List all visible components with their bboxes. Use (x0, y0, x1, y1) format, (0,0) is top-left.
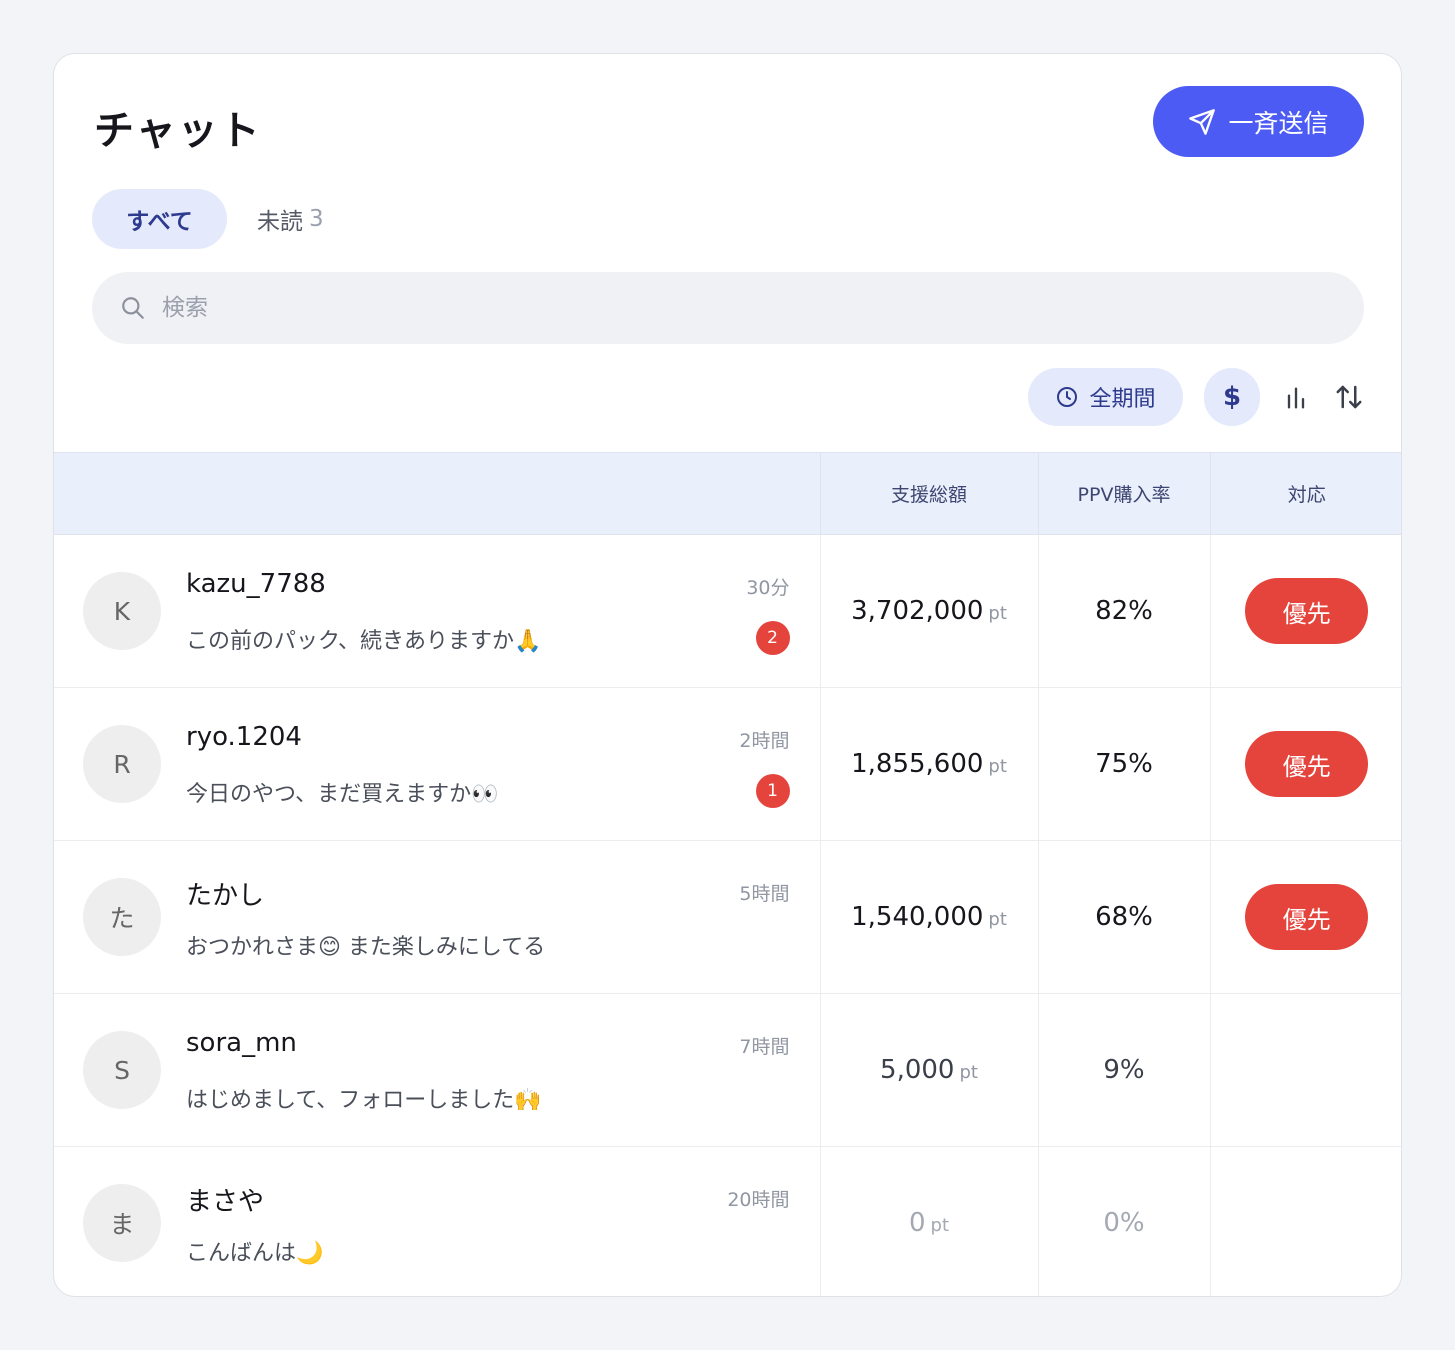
avatar: S (83, 1031, 161, 1109)
unread-badge: 2 (755, 621, 790, 655)
header-ppv-rate: PPV購入率 (1037, 452, 1210, 535)
message-preview: 今日のやつ、まだ買えますか👀 (186, 782, 499, 807)
sort-icon[interactable] (1334, 382, 1364, 412)
message-preview: こんばんは🌙 (186, 1241, 324, 1267)
priority-button[interactable]: 優先 (1245, 578, 1369, 644)
response-cell-empty (1209, 993, 1401, 1147)
clock-icon (1057, 387, 1078, 407)
table-row[interactable]: R ryo.1204 2時間 今日のやつ、まだ買えますか👀 1 1,855,60… (54, 687, 1401, 841)
search-icon (122, 297, 144, 319)
amount-value: 3,702,000 (851, 596, 984, 626)
ppv-rate: 82% (1095, 596, 1153, 626)
response-cell-empty (1209, 1146, 1401, 1296)
avatar: K (83, 572, 161, 650)
dollar-icon: $ (1222, 382, 1242, 412)
amount-value: 0 (908, 1208, 926, 1239)
unread-count: 3 (309, 206, 324, 232)
chat-cell[interactable]: R ryo.1204 2時間 今日のやつ、まだ買えますか👀 1 (54, 688, 820, 840)
ppv-rate: 9% (1103, 1055, 1145, 1085)
ppv-rate: 0% (1103, 1208, 1145, 1239)
tab-unread-label: 未読 (257, 209, 303, 235)
bar-chart-icon[interactable] (1282, 384, 1310, 412)
priority-button[interactable]: 優先 (1245, 731, 1369, 797)
broadcast-button[interactable]: 一斉送信 (1153, 86, 1364, 157)
send-icon (1189, 108, 1216, 135)
period-label: 全期間 (1089, 387, 1156, 412)
tab-all[interactable]: すべて (92, 189, 227, 249)
search-bar (92, 272, 1364, 344)
ppv-rate: 75% (1095, 749, 1153, 779)
chat-panel: チャット 一斉送信 すべて 未読 3 全期間 $ (53, 53, 1402, 1297)
tab-unread[interactable]: 未読 3 (257, 189, 324, 249)
table-row[interactable]: S sora_mn 7時間 はじめまして、フォローしました🙌 5,000 pt 9… (54, 993, 1401, 1147)
user-name: kazu_7788 (186, 569, 326, 599)
amount-unit: pt (959, 1062, 978, 1083)
amount-unit: pt (988, 909, 1007, 930)
user-name: sora_mn (186, 1028, 297, 1058)
table-header-row: 支援総額 PPV購入率 対応 (54, 452, 1401, 535)
avatar: R (83, 725, 161, 803)
table-row[interactable]: K kazu_7788 30分 この前のパック、続きありますか🙏 2 3,702… (54, 534, 1401, 688)
header-response: 対応 (1209, 452, 1401, 535)
user-name: ryo.1204 (186, 722, 302, 752)
message-time: 20時間 (727, 1189, 790, 1212)
priority-button[interactable]: 優先 (1245, 884, 1369, 950)
page-title: チャット (94, 108, 262, 154)
support-amount: 1,855,600 pt (851, 749, 1007, 779)
search-input[interactable] (162, 295, 1312, 321)
message-preview: この前のパック、続きありますか🙏 (186, 629, 542, 654)
chat-cell[interactable]: ま まさや 20時間 こんばんは🌙 (54, 1147, 820, 1296)
message-time: 30分 (746, 577, 790, 599)
chat-cell[interactable]: K kazu_7788 30分 この前のパック、続きありますか🙏 2 (54, 535, 820, 687)
message-preview: おつかれさま😊 また楽しみにしてる (186, 935, 546, 960)
support-amount: 0 pt (909, 1208, 949, 1238)
amount-value: 1,855,600 (851, 749, 984, 779)
unread-badge: 1 (755, 774, 790, 808)
message-preview: はじめまして、フォローしました🙌 (186, 1088, 542, 1113)
avatar: た (83, 878, 161, 956)
support-amount: 1,540,000 pt (851, 902, 1007, 932)
period-filter[interactable]: 全期間 (1028, 368, 1183, 426)
table-row[interactable]: ま まさや 20時間 こんばんは🌙 0 pt 0% (54, 1146, 1401, 1296)
header-total-support: 支援総額 (819, 452, 1038, 535)
avatar: ま (83, 1184, 161, 1263)
support-amount: 3,702,000 pt (851, 596, 1007, 626)
currency-filter[interactable]: $ (1204, 368, 1260, 426)
user-name: まさや (186, 1187, 265, 1218)
ppv-rate: 68% (1095, 902, 1153, 932)
chat-cell[interactable]: た たかし 5時間 おつかれさま😊 また楽しみにしてる (54, 841, 820, 993)
message-time: 7時間 (739, 1036, 790, 1058)
header-chat (54, 452, 820, 535)
table-row[interactable]: た たかし 5時間 おつかれさま😊 また楽しみにしてる 1,540,000 pt … (54, 840, 1401, 994)
amount-unit: pt (988, 756, 1007, 777)
amount-unit: pt (930, 1215, 950, 1237)
support-amount: 5,000 pt (880, 1055, 978, 1085)
amount-value: 1,540,000 (851, 902, 984, 932)
chat-table: 支援総額 PPV購入率 対応 K kazu_7788 30分 この前のパック、続… (54, 452, 1401, 1296)
message-time: 2時間 (739, 730, 790, 752)
amount-value: 5,000 (880, 1055, 955, 1085)
message-time: 5時間 (739, 883, 790, 905)
amount-unit: pt (988, 603, 1007, 624)
chat-cell[interactable]: S sora_mn 7時間 はじめまして、フォローしました🙌 (54, 994, 820, 1146)
broadcast-label: 一斉送信 (1228, 108, 1329, 138)
user-name: たかし (186, 881, 265, 911)
